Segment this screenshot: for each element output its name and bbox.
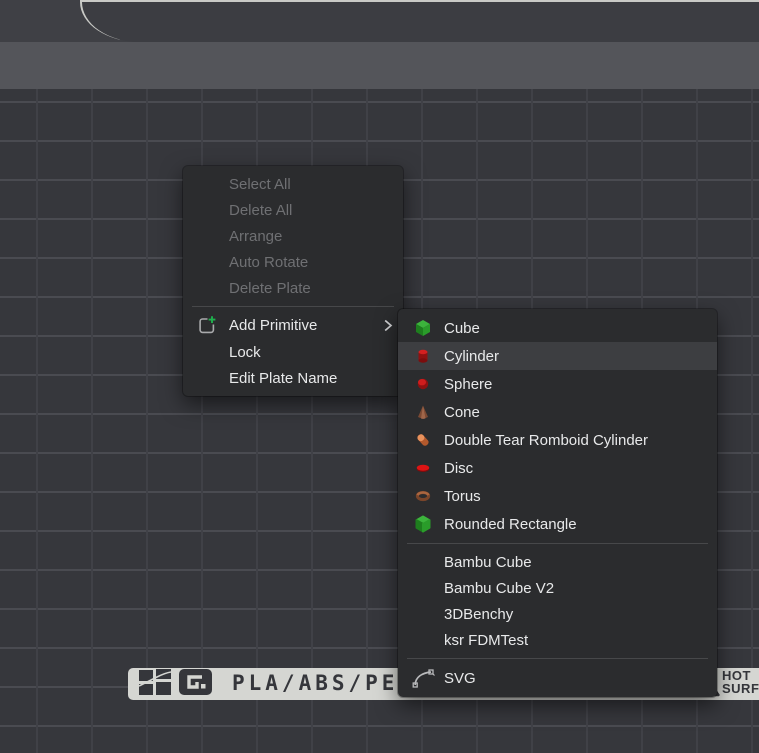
submenu-item-svg[interactable]: SVG <box>398 664 717 692</box>
red-disc-icon <box>410 459 436 477</box>
submenu-item-bambu-cube[interactable]: Bambu Cube <box>398 549 717 575</box>
submenu-item-double-tear-romboid-cylinder[interactable]: Double Tear Romboid Cylinder <box>398 426 717 454</box>
menu-separator <box>192 306 394 307</box>
menu-item-delete-plate: Delete Plate <box>183 275 403 301</box>
bambu-panes-logo-icon <box>139 669 171 700</box>
submenu-item-ksr-fdmtest[interactable]: ksr FDMTest <box>398 627 717 653</box>
viewport-3d: PLA/ABS/PETG HOT SURFACE Select All Dele… <box>0 0 759 753</box>
menu-item-arrange: Arrange <box>183 223 403 249</box>
orange-romboid-cylinder-icon <box>410 431 436 449</box>
submenu-item-rounded-rectangle[interactable]: Rounded Rectangle <box>398 510 717 538</box>
submenu-item-cube[interactable]: Cube <box>398 314 717 342</box>
brown-cone-icon <box>410 403 436 421</box>
plate-front-lip <box>80 0 759 42</box>
green-rounded-cube-icon <box>410 515 436 533</box>
menu-item-add-primitive[interactable]: Add Primitive <box>183 312 403 339</box>
submenu-item-disc[interactable]: Disc <box>398 454 717 482</box>
menu-item-delete-all: Delete All <box>183 197 403 223</box>
submenu-item-cone[interactable]: Cone <box>398 398 717 426</box>
green-cube-icon <box>410 319 436 337</box>
submenu-separator <box>407 658 708 659</box>
menu-item-auto-rotate: Auto Rotate <box>183 249 403 275</box>
plate-context-menu: Select All Delete All Arrange Auto Rotat… <box>183 166 403 396</box>
bezier-curve-icon <box>410 668 436 689</box>
chevron-right-icon <box>383 319 393 332</box>
hot-surface-warning-text: HOT SURFACE <box>722 669 759 695</box>
menu-item-edit-plate-name[interactable]: Edit Plate Name <box>183 365 403 391</box>
add-primitive-submenu: Cube Cylinder Sphere <box>398 309 717 697</box>
submenu-item-sphere[interactable]: Sphere <box>398 370 717 398</box>
submenu-item-bambu-cube-v2[interactable]: Bambu Cube V2 <box>398 575 717 601</box>
menu-item-select-all: Select All <box>183 171 403 197</box>
add-primitive-icon <box>191 315 221 336</box>
red-sphere-icon <box>410 375 436 393</box>
submenu-item-torus[interactable]: Torus <box>398 482 717 510</box>
torus-icon <box>410 487 436 505</box>
menu-item-lock[interactable]: Lock <box>183 339 403 365</box>
red-cylinder-icon <box>410 347 436 365</box>
submenu-item-cylinder[interactable]: Cylinder <box>398 342 717 370</box>
plate-brand-logo-icon <box>178 668 213 701</box>
submenu-item-3dbenchy[interactable]: 3DBenchy <box>398 601 717 627</box>
submenu-separator <box>407 543 708 544</box>
